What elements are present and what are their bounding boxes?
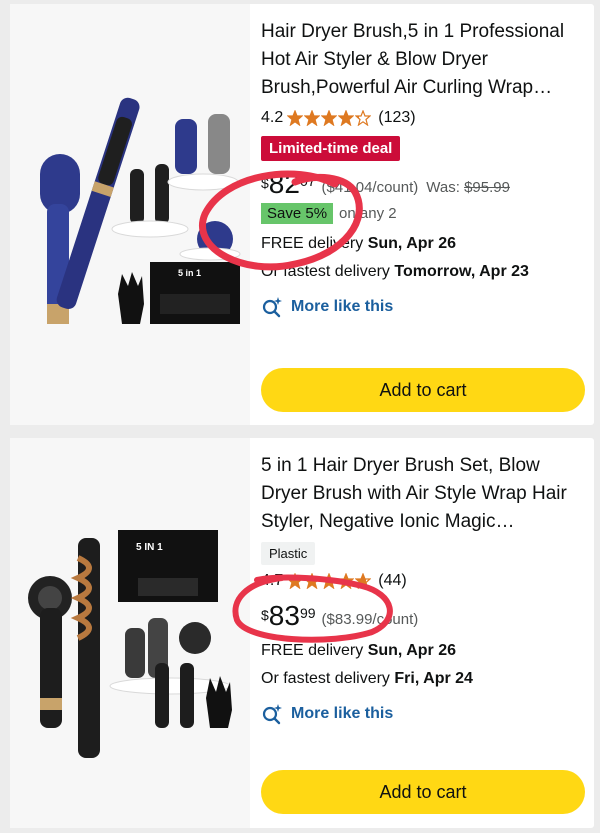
- more-like-this-label: More like this: [291, 298, 394, 315]
- save-note: on any 2: [339, 205, 397, 222]
- more-like-this-label: More like this: [291, 705, 394, 722]
- star-icon: [355, 573, 372, 589]
- price-whole: 82: [268, 168, 300, 199]
- add-to-cart-button[interactable]: Add to cart: [261, 368, 585, 412]
- price-row: $ 82 07 ($41.04/count) Was: $95.99: [261, 169, 584, 199]
- deal-badge: Limited-time deal: [261, 136, 401, 161]
- fastest-date: Fri, Apr 24: [394, 670, 473, 687]
- fastest-label: Or fastest delivery: [261, 263, 390, 280]
- fastest-label: Or fastest delivery: [261, 670, 390, 687]
- star-rating: [287, 573, 372, 589]
- was-price: Was: $95.99: [426, 179, 510, 196]
- product-info-1: Hair Dryer Brush,5 in 1 Professional Hot…: [261, 4, 584, 318]
- more-like-this-link[interactable]: More like this: [261, 703, 584, 725]
- product-image-label: 5 IN 1: [136, 542, 163, 553]
- material-badge: Plastic: [261, 542, 316, 565]
- was-amount: $95.99: [464, 179, 510, 196]
- price: $ 82 07: [261, 169, 316, 199]
- delivery-label: FREE delivery: [261, 235, 364, 252]
- star-icon: [321, 573, 338, 589]
- product-title[interactable]: 5 in 1 Hair Dryer Brush Set, Blow Dryer …: [261, 452, 584, 536]
- product-image-label: 5 in 1: [178, 268, 202, 278]
- add-to-cart-button[interactable]: Add to cart: [261, 770, 585, 814]
- sparkle-search-icon: [262, 297, 282, 318]
- save-badge: Save 5%: [261, 203, 334, 224]
- star-icon: [338, 573, 355, 589]
- star-icon: [287, 110, 304, 126]
- star-icon: [304, 110, 321, 126]
- star-icon: [355, 110, 372, 126]
- more-like-this-link[interactable]: More like this: [261, 296, 584, 318]
- rating-row[interactable]: 4.2 (123): [261, 106, 584, 130]
- product-title[interactable]: Hair Dryer Brush,5 in 1 Professional Hot…: [261, 18, 584, 102]
- save-row: Save 5% on any 2: [261, 203, 584, 224]
- star-icon: [287, 573, 304, 589]
- star-icon: [304, 573, 321, 589]
- was-label: Was:: [426, 179, 460, 196]
- product-info-2: 5 in 1 Hair Dryer Brush Set, Blow Dryer …: [261, 438, 584, 725]
- delivery-label: FREE delivery: [261, 642, 364, 659]
- review-count: (44): [378, 572, 407, 589]
- fastest-delivery: Or fastest delivery Fri, Apr 24: [261, 665, 584, 693]
- rating-row[interactable]: 4.7 (44): [261, 569, 584, 593]
- sparkle-search-icon: [262, 704, 282, 725]
- rating-value: 4.2: [261, 109, 284, 126]
- product-image-1[interactable]: 5 in 1: [10, 4, 250, 425]
- review-count: (123): [378, 109, 416, 126]
- price-fraction: 99: [299, 605, 316, 621]
- product-image-2[interactable]: 5 IN 1: [10, 438, 250, 828]
- price-currency: $: [261, 175, 269, 191]
- fastest-delivery: Or fastest delivery Tomorrow, Apr 23: [261, 258, 584, 286]
- price-fraction: 07: [299, 173, 316, 189]
- delivery-date: Sun, Apr 26: [367, 235, 457, 252]
- delivery-info: FREE delivery Sun, Apr 26 Or fastest del…: [261, 637, 584, 693]
- price-currency: $: [261, 607, 269, 623]
- star-icon: [321, 110, 338, 126]
- fastest-date: Tomorrow, Apr 23: [394, 263, 529, 280]
- star-rating: [287, 110, 372, 126]
- delivery-info: FREE delivery Sun, Apr 26 Or fastest del…: [261, 230, 584, 286]
- unit-price: ($41.04/count): [321, 179, 419, 196]
- rating-value: 4.7: [261, 572, 284, 589]
- price: $ 83 99: [261, 601, 316, 631]
- delivery-date: Sun, Apr 26: [367, 642, 457, 659]
- price-whole: 83: [268, 600, 300, 631]
- product-card-2[interactable]: 5 IN 1 5 in 1 Hair Dryer Brush Set, Blow…: [10, 438, 594, 828]
- price-row: $ 83 99 ($83.99/count): [261, 601, 584, 631]
- free-delivery: FREE delivery Sun, Apr 26: [261, 637, 584, 665]
- product-card-1[interactable]: 5 in 1 Hair Dryer Brush,5 in 1 Professio…: [10, 4, 594, 425]
- free-delivery: FREE delivery Sun, Apr 26: [261, 230, 584, 258]
- star-icon: [338, 110, 355, 126]
- unit-price: ($83.99/count): [321, 611, 419, 628]
